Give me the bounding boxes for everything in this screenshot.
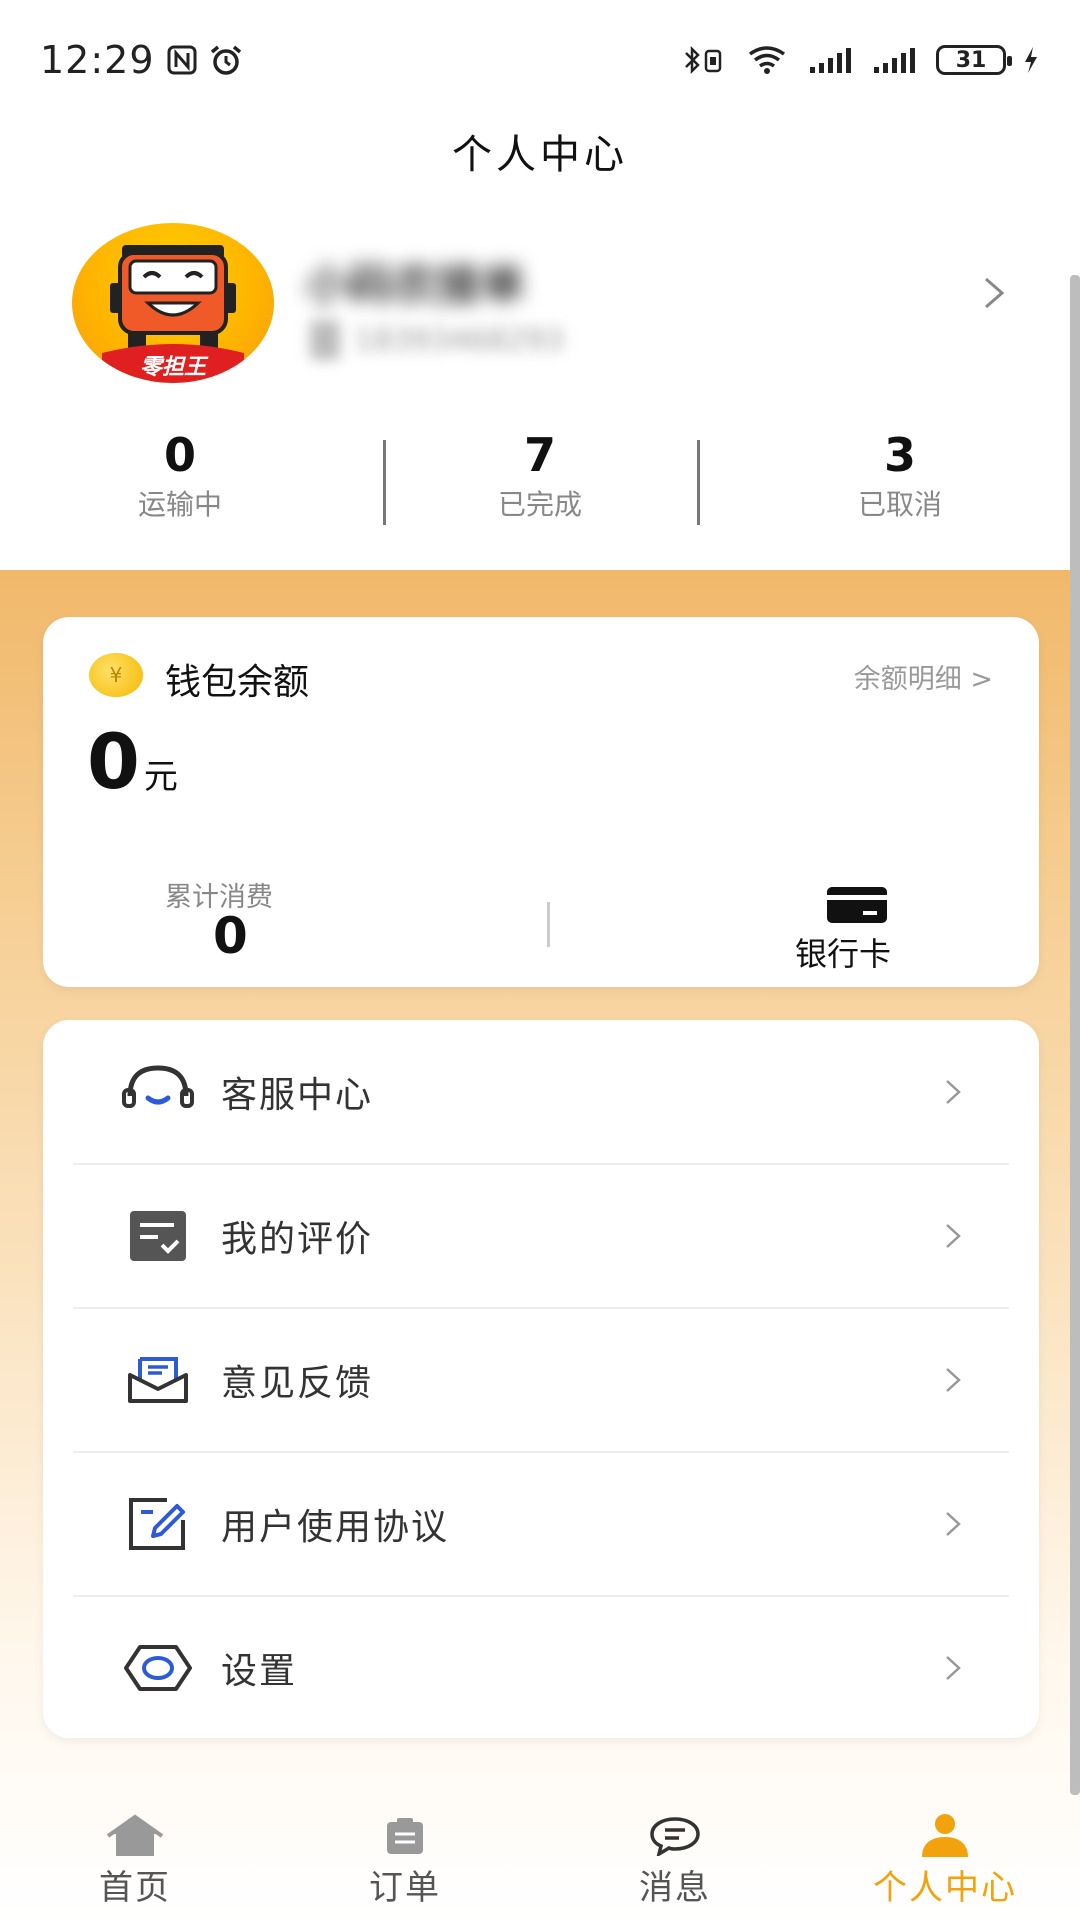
bottom-tab-bar: 首页 订单 消息 个人中心 [0,1800,1080,1920]
signal-icon-2 [872,45,920,75]
battery-indicator: 31 [936,45,1012,75]
stat-divider [697,440,700,525]
status-time: 12:29 [40,38,155,82]
menu-card: 客服中心 我的评价 意见反馈 用户使用协议 设置 [43,1020,1039,1738]
agreement-edit-icon [118,1489,198,1559]
stat-value: 7 [523,428,556,482]
chevron-right-icon[interactable] [976,275,1012,311]
user-name: 小码农接单 [305,260,525,311]
tab-label: 个人中心 [873,1868,1017,1908]
balance-detail-link[interactable]: 余额明细 > [854,657,993,696]
avatar-brand-text: 零担王 [139,355,206,380]
tab-label: 消息 [639,1868,711,1908]
stat-value: 3 [883,428,916,482]
menu-item-feedback[interactable]: 意见反馈 [43,1308,1039,1451]
tab-messages[interactable]: 消息 [540,1800,810,1920]
menu-item-label: 意见反馈 [221,1362,374,1404]
bank-card-label[interactable]: 银行卡 [795,929,891,975]
stat-completed[interactable]: 7 已完成 [360,430,720,540]
chevron-right-icon [946,1655,961,1680]
person-icon [915,1812,975,1860]
stat-cancelled[interactable]: 3 已取消 [697,428,1080,540]
avatar[interactable]: 零担王 [72,223,274,383]
balance-value: 0 [87,717,140,806]
profile-row[interactable]: 零担王 小码农接单 18393468293 [0,215,1080,390]
charging-icon [1022,45,1040,75]
stat-value: 0 [163,428,196,482]
stat-in-transit[interactable]: 0 运输中 [0,430,360,540]
home-icon [105,1812,165,1860]
user-phone: 18393468293 [310,320,564,360]
wallet-balance: 0 元 [87,717,178,806]
tab-label: 订单 [369,1868,441,1908]
page-title: 个人中心 [452,132,628,178]
tab-home[interactable]: 首页 [0,1800,270,1920]
user-phone-number: 18393468293 [354,322,564,358]
stat-label: 已取消 [857,487,942,521]
stat-label: 已完成 [497,487,582,521]
wallet-divider [547,902,550,947]
review-icon [118,1201,198,1271]
menu-item-label: 设置 [221,1650,298,1692]
wallet-card: ¥ 钱包余额 余额明细 > 0 元 累计消费 0 银行卡 [43,617,1039,987]
stat-divider [383,440,386,525]
tab-orders[interactable]: 订单 [270,1800,540,1920]
headset-icon [118,1057,198,1127]
stat-label: 运输中 [137,487,222,521]
phone-icon [310,320,340,360]
wifi-icon [742,44,792,76]
clipboard-icon [375,1812,435,1860]
nfc-icon [167,45,197,75]
tab-profile[interactable]: 个人中心 [810,1800,1080,1920]
coin-icon: ¥ [89,653,143,697]
settings-hexagon-icon [118,1633,198,1703]
menu-item-my-reviews[interactable]: 我的评价 [43,1164,1039,1307]
signal-icon-1 [808,45,856,75]
bank-card-icon[interactable] [827,887,887,923]
chevron-right-icon [946,1367,961,1392]
chat-bubble-icon [645,1812,705,1860]
feedback-mail-icon [118,1345,198,1415]
chevron-right-icon [946,1511,961,1536]
bluetooth-vibrate-icon [682,45,726,75]
menu-item-user-agreement[interactable]: 用户使用协议 [43,1452,1039,1595]
wallet-title: 钱包余额 [165,662,310,703]
menu-item-label: 客服中心 [221,1074,374,1116]
chevron-right-icon [946,1079,961,1104]
status-bar: 12:29 31 [0,0,1080,120]
chevron-right-icon [946,1223,961,1248]
menu-item-label: 我的评价 [221,1218,374,1260]
order-stats: 0 运输中 7 已完成 3 已取消 [0,430,1080,540]
menu-item-label: 用户使用协议 [221,1506,450,1548]
cumulative-spend-value: 0 [213,907,248,965]
alarm-icon [209,44,243,76]
menu-item-settings[interactable]: 设置 [43,1596,1039,1739]
balance-unit: 元 [143,757,178,797]
menu-item-customer-service[interactable]: 客服中心 [43,1020,1039,1163]
tab-label: 首页 [99,1868,171,1908]
